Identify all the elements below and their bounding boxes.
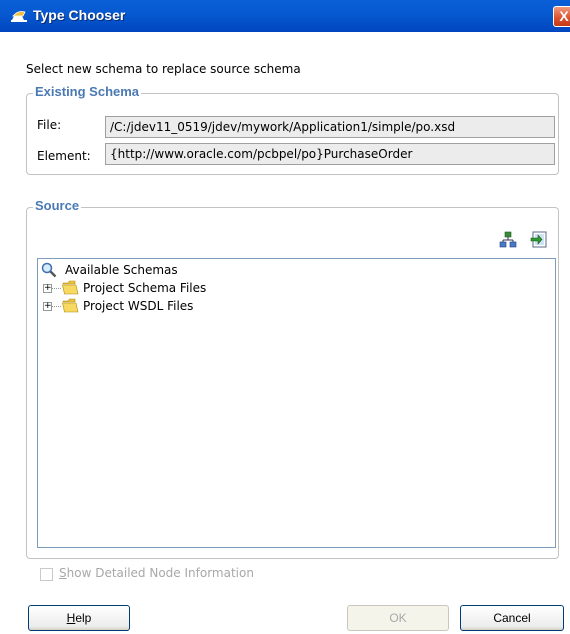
close-button[interactable]: X	[553, 6, 570, 27]
expand-icon[interactable]: +	[43, 302, 52, 311]
show-detailed-checkbox[interactable]	[40, 568, 53, 581]
existing-schema-legend: Existing Schema	[33, 84, 142, 99]
import-schema-icon[interactable]	[530, 230, 548, 248]
dialog-content: Select new schema to replace source sche…	[0, 32, 570, 634]
cancel-button[interactable]: Cancel	[460, 605, 564, 631]
file-field: /C:/jdev11_0519/jdev/mywork/Application1…	[105, 116, 555, 138]
tree-root-label: Available Schemas	[65, 263, 178, 277]
help-button[interactable]: Help	[28, 605, 130, 631]
element-field: {http://www.oracle.com/pcbpel/po}Purchas…	[105, 143, 555, 165]
window-title: Type Chooser	[33, 7, 126, 23]
instruction-text: Select new schema to replace source sche…	[26, 62, 301, 76]
file-label: File:	[37, 118, 62, 132]
app-icon	[11, 11, 27, 22]
close-icon: X	[559, 8, 569, 24]
schema-tree-icon[interactable]	[499, 231, 517, 249]
folder-icon	[62, 280, 79, 295]
source-legend: Source	[33, 198, 82, 213]
title-bar[interactable]: Type Chooser X	[0, 0, 570, 32]
ok-button[interactable]: OK	[347, 605, 449, 631]
expand-icon[interactable]: +	[43, 284, 52, 293]
folder-icon	[62, 298, 79, 313]
show-detailed-label[interactable]: Show Detailed Node Information	[59, 566, 254, 580]
element-label: Element:	[37, 149, 91, 163]
tree-item-label: Project WSDL Files	[83, 299, 194, 313]
schema-tree[interactable]: Available Schemas + Project Schema Files…	[37, 258, 556, 548]
tree-item-label: Project Schema Files	[83, 281, 207, 295]
magnifier-icon	[41, 262, 57, 278]
